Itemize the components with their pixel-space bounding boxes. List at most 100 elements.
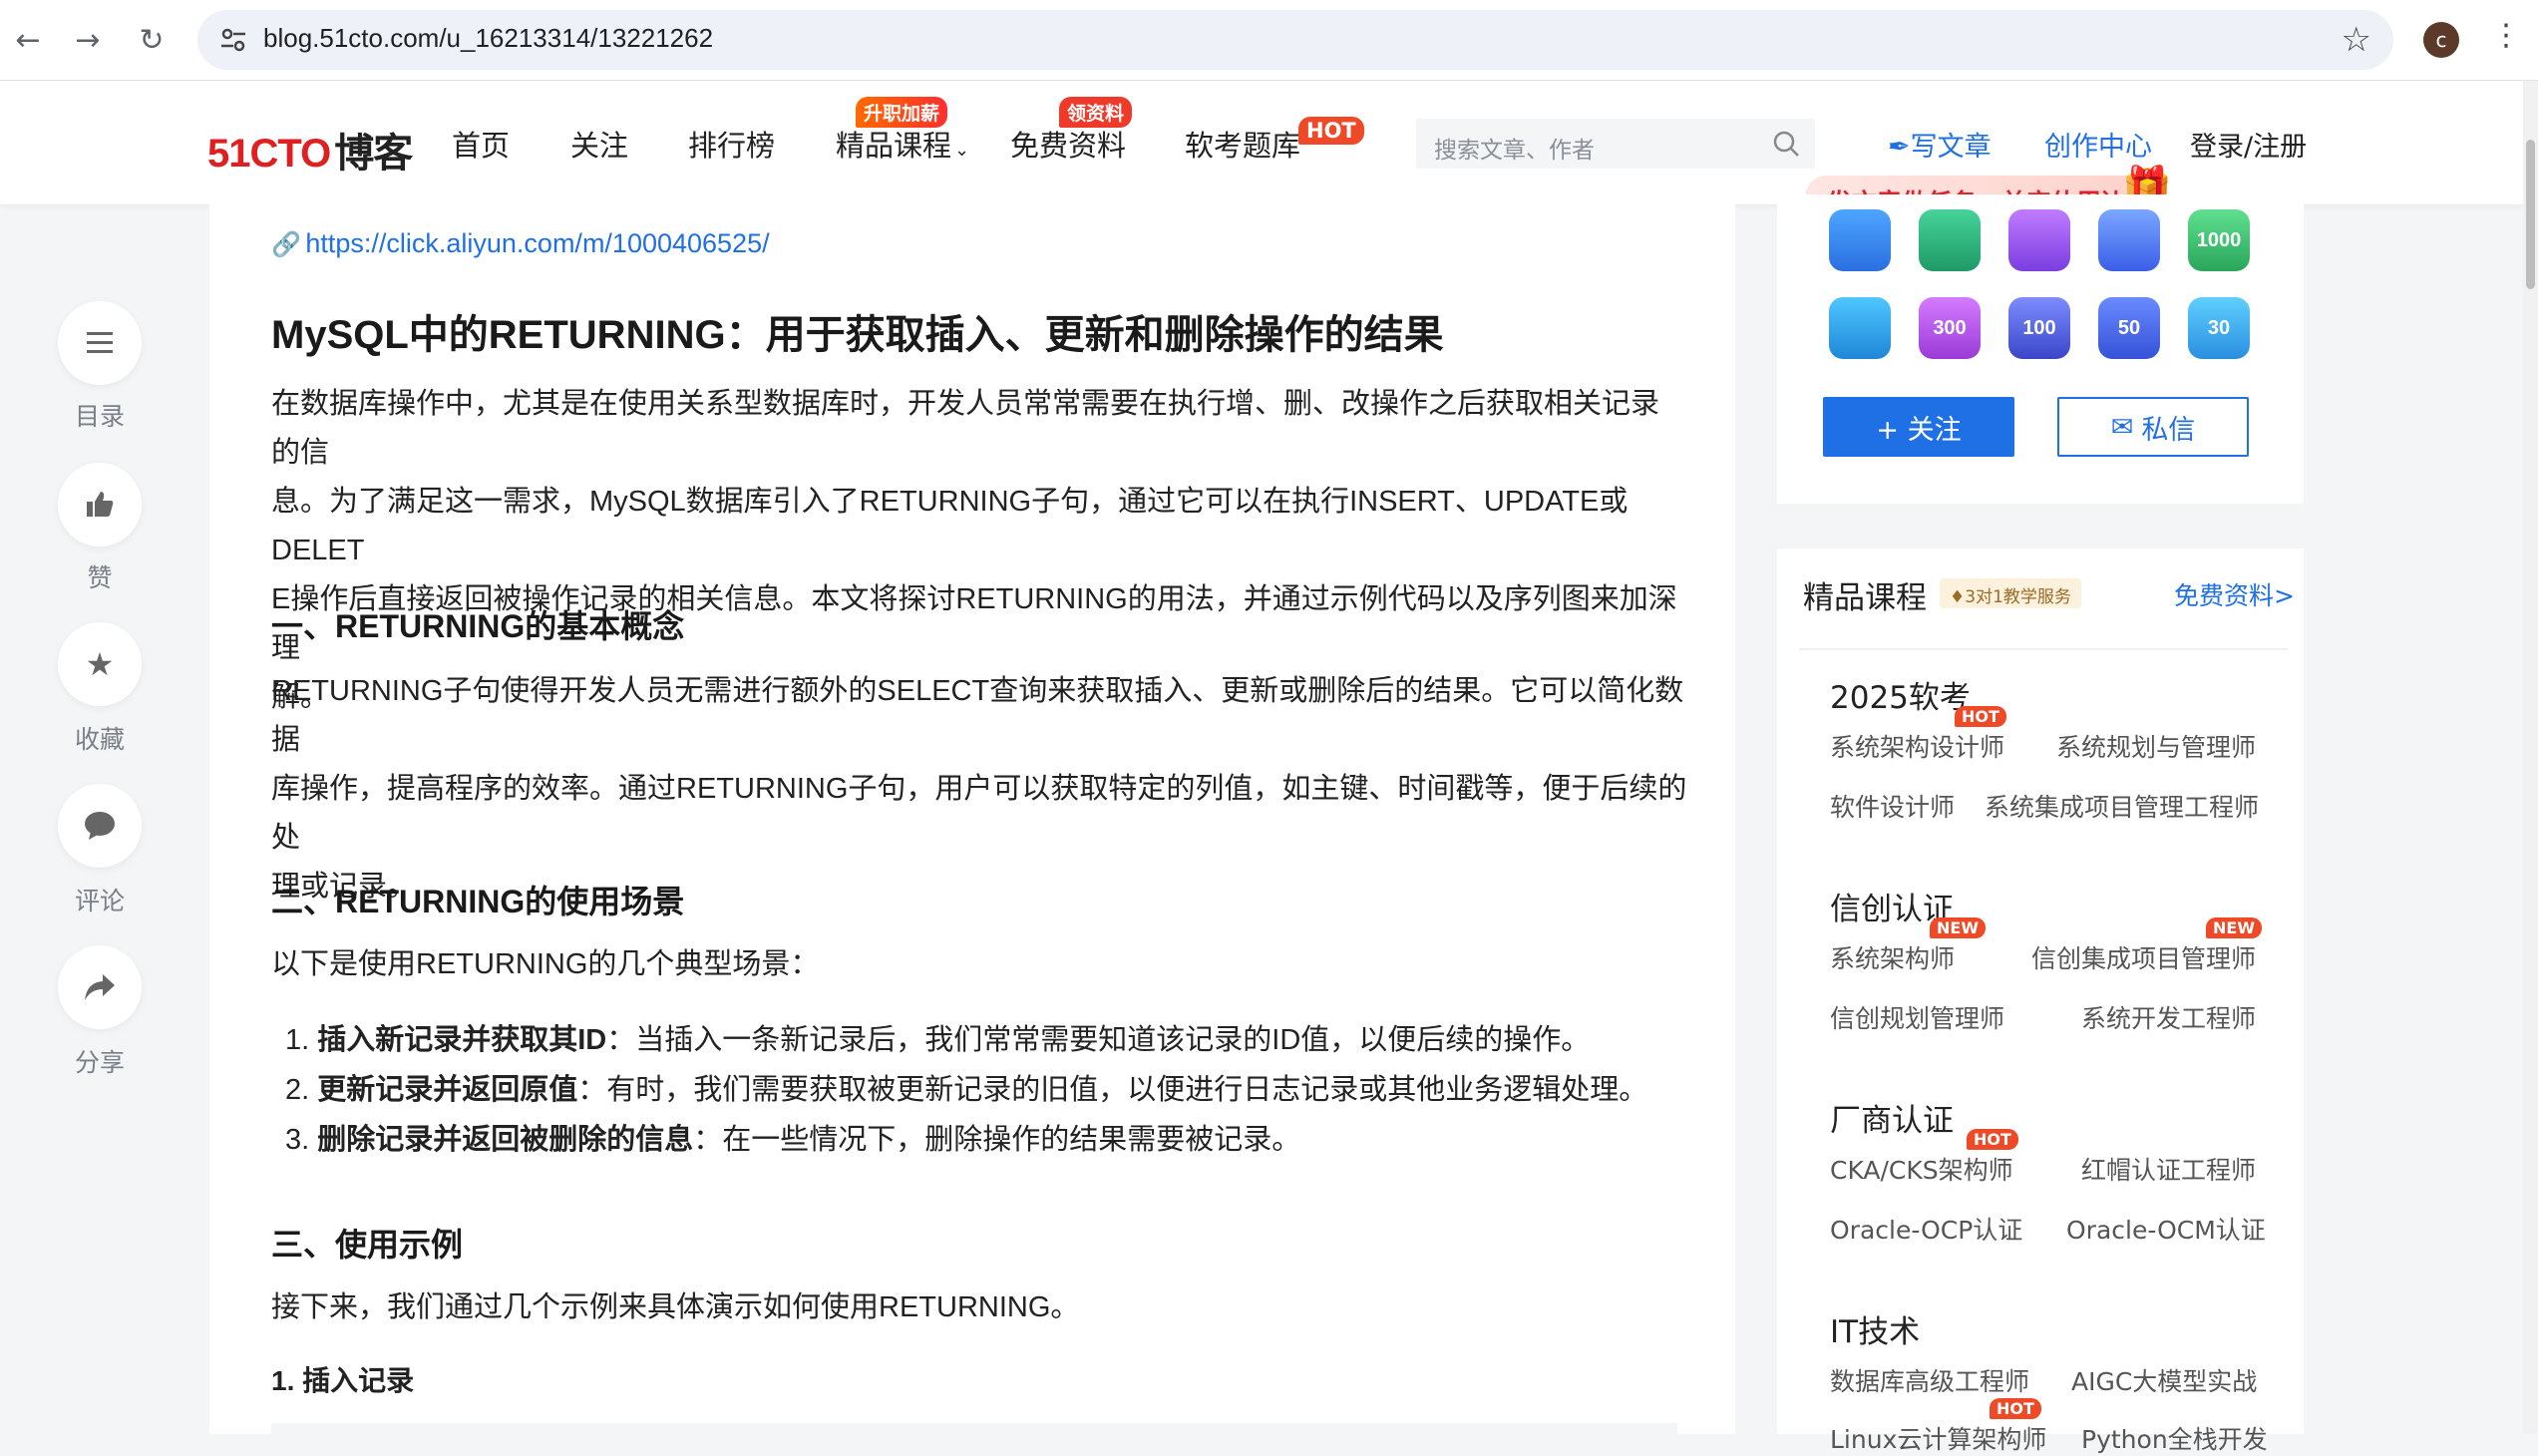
achievement-badge[interactable]: 30 [2188, 297, 2250, 359]
favorite-button[interactable]: ★ [58, 622, 142, 706]
course-item[interactable]: Python全栈开发 [2081, 1420, 2268, 1456]
nav-exam-bank[interactable]: 软考题库 [1185, 123, 1300, 165]
reload-icon[interactable]: ↻ [130, 18, 174, 62]
browser-menu-icon[interactable]: ⋮ [2491, 18, 2521, 53]
link-icon: 🔗 [271, 231, 301, 258]
nav-home[interactable]: 首页 [452, 123, 510, 165]
list-num: 2. [285, 1074, 310, 1106]
list-item: 2. 更新记录并返回原值：有时，我们需要获取被更新记录的旧值，以便进行日志记录或… [285, 1066, 1647, 1108]
logo-red-text: 51CTO [207, 132, 331, 176]
article-title: MySQL中的RETURNING：用于获取插入、更新和删除操作的结果 [271, 313, 1444, 357]
article-link[interactable]: 🔗 https://click.aliyun.com/m/1000406525/ [271, 228, 770, 259]
course-item[interactable]: 系统架构师 [1830, 939, 1955, 975]
course-item[interactable]: 系统规划与管理师 [2056, 728, 2256, 764]
forward-arrow-icon[interactable]: → [66, 18, 110, 62]
write-label: 写文章 [1910, 132, 1992, 163]
search-placeholder: 搜索文章、作者 [1434, 138, 1595, 164]
nav-courses[interactable]: 精品课程 ⌄ [836, 123, 969, 165]
scrollbar-thumb[interactable] [2526, 140, 2535, 289]
like-button[interactable] [58, 463, 142, 546]
courses-badge: 升职加薪 [856, 97, 948, 128]
thumbs-up-icon [87, 492, 114, 517]
mail-icon: ✉ [2110, 411, 2134, 443]
site-logo[interactable]: 51CTO 博客 [207, 121, 413, 179]
course-item[interactable]: AIGC大模型实战 [2071, 1362, 2257, 1398]
list-bold: 删除记录并返回被删除的信息 [317, 1124, 694, 1156]
course-item[interactable]: 信创集成项目管理师 [2031, 939, 2256, 975]
course-item[interactable]: 系统架构设计师 [1830, 728, 2004, 764]
address-bar[interactable]: blog.51cto.com/u_16213314/13221262 ☆ [197, 10, 2393, 70]
achievement-badge[interactable] [1829, 209, 1891, 271]
course-item[interactable]: Oracle-OCP认证 [1830, 1211, 2022, 1247]
intro-line: 在数据库操作中，尤其是在使用关系型数据库时，开发人员常常需要在执行增、删、改操作… [271, 388, 1660, 469]
comment-button[interactable] [58, 784, 142, 868]
list-bold: 更新记录并返回原值 [317, 1074, 578, 1106]
search-input[interactable]: 搜索文章、作者 [1416, 119, 1815, 169]
concept-line: RETURNING子句使得开发人员无需进行额外的SELECT查询来获取插入、更新… [271, 675, 1684, 756]
achievement-badge[interactable]: 100 [2008, 297, 2070, 359]
list-num: 3. [285, 1124, 310, 1156]
nav-courses-label: 精品课程 [836, 131, 952, 163]
achievement-badge[interactable] [1919, 209, 1981, 271]
course-item[interactable]: 数据库高级工程师 [1830, 1362, 2029, 1398]
list-text: ：有时，我们需要获取被更新记录的旧值，以便进行日志记录或其他业务逻辑处理。 [577, 1074, 1648, 1106]
search-icon[interactable] [1771, 129, 1801, 159]
bookmark-star-icon[interactable]: ☆ [2342, 20, 2371, 60]
intro-line: 息。为了满足这一需求，MySQL数据库引入了RETURNING子句，通过它可以在… [271, 486, 1629, 566]
course-item[interactable]: 系统开发工程师 [2081, 999, 2256, 1035]
courses-subtitle: 3对1教学服务 [1965, 587, 2071, 607]
free-badge: 领资料 [1059, 97, 1133, 128]
chevron-down-icon: ⌄ [954, 140, 970, 160]
diamond-icon: ♦ [1950, 587, 1966, 607]
toc-button[interactable] [58, 301, 142, 385]
heading-scenarios: 二、RETURNING的使用场景 [271, 884, 685, 919]
course-item[interactable]: CKA/CKS架构师 [1830, 1151, 2013, 1187]
course-category: 厂商认证 [1830, 1103, 1954, 1139]
course-item[interactable]: 信创规划管理师 [1830, 999, 2004, 1035]
like-label: 赞 [87, 563, 113, 592]
creation-center-link[interactable]: 创作中心 [2044, 125, 2152, 164]
achievement-badge[interactable] [2098, 209, 2160, 271]
achievement-badge[interactable]: 1000 [2188, 209, 2250, 271]
write-article-link[interactable]: ✒写文章 [1888, 125, 1992, 164]
course-item[interactable]: 系统集成项目管理工程师 [1985, 788, 2259, 824]
comment-bubble-icon [85, 812, 115, 840]
hot-tag: HOT [1955, 706, 2006, 727]
article-content: 🔗 https://click.aliyun.com/m/1000406525/… [209, 204, 1735, 1443]
site-settings-icon[interactable] [217, 24, 249, 56]
star-icon: ★ [85, 645, 115, 683]
message-button[interactable]: ✉ 私信 [2057, 397, 2249, 457]
share-button[interactable] [58, 945, 142, 1029]
list-text: ：当插入一条新记录后，我们常常需要知道该记录的ID值，以便后续的操作。 [606, 1024, 1591, 1056]
site-header: 51CTO 博客 首页 关注 排行榜 精品课程 ⌄ 升职加薪 免费资料 领资料 软考… [0, 81, 2523, 219]
new-tag: NEW [1930, 917, 1986, 938]
favorite-label: 收藏 [74, 725, 125, 754]
course-item[interactable]: Oracle-OCM认证 [2066, 1211, 2266, 1247]
nav-ranking[interactable]: 排行榜 [688, 123, 775, 165]
achievement-badge[interactable] [2008, 209, 2070, 271]
code-block [271, 1423, 1677, 1443]
course-item[interactable]: Linux云计算架构师 [1830, 1420, 2046, 1456]
exam-hot-badge: HOT [1298, 117, 1364, 145]
heading-examples: 三、使用示例 [271, 1227, 464, 1263]
profile-avatar[interactable]: c [2423, 22, 2459, 58]
share-label: 分享 [74, 1048, 125, 1077]
nav-free-materials[interactable]: 免费资料 [1010, 123, 1126, 165]
achievement-badge[interactable] [1829, 297, 1891, 359]
courses-subtitle-badge: ♦3对1教学服务 [1940, 578, 2081, 608]
scenarios-intro: 以下是使用RETURNING的几个典型场景： [271, 948, 820, 980]
achievement-badge[interactable]: 300 [1919, 297, 1981, 359]
follow-button[interactable]: + 关注 [1823, 397, 2014, 457]
list-item: 1. 插入新记录并获取其ID：当插入一条新记录后，我们常常需要知道该记录的ID值… [285, 1016, 1590, 1058]
url-text[interactable]: blog.51cto.com/u_16213314/13221262 [263, 23, 713, 54]
course-item[interactable]: 软件设计师 [1830, 788, 1955, 824]
list-bold: 插入新记录并获取其ID [317, 1024, 607, 1056]
back-arrow-icon[interactable]: ← [6, 18, 50, 62]
login-register-link[interactable]: 登录/注册 [2190, 125, 2307, 164]
course-item[interactable]: 红帽认证工程师 [2081, 1151, 2256, 1187]
free-materials-link[interactable]: 免费资料> [2174, 576, 2295, 612]
courses-title: 精品课程 [1803, 580, 1927, 616]
achievement-badge[interactable]: 50 [2098, 297, 2160, 359]
nav-follow[interactable]: 关注 [570, 123, 628, 165]
hot-tag: HOT [1967, 1129, 2018, 1150]
